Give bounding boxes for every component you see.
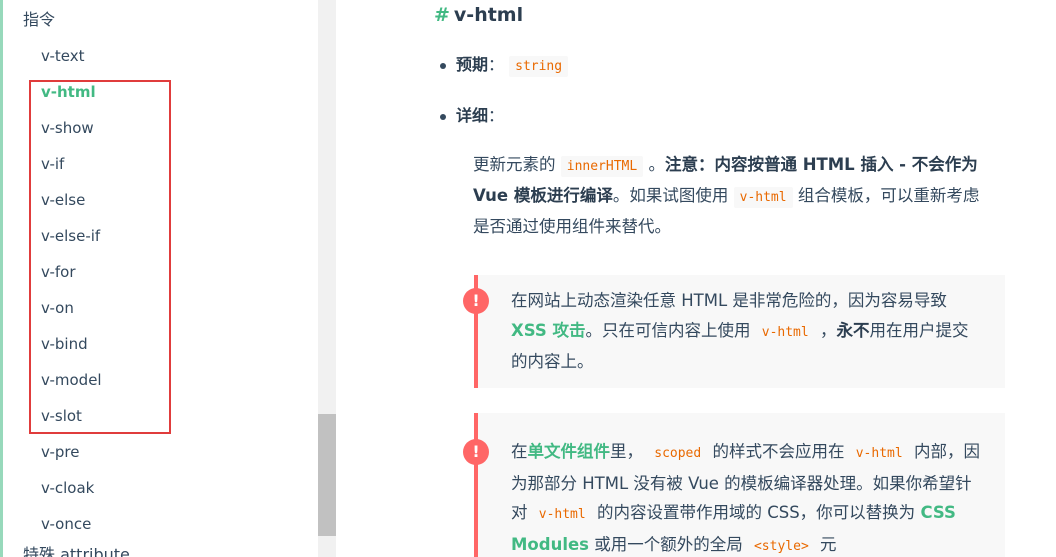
bullet-dot (440, 114, 446, 120)
sidebar-item-v-bind[interactable]: v-bind (41, 332, 102, 368)
list-item-detail: 详细： (440, 103, 505, 129)
callout-emphasis: 永不 (836, 320, 870, 340)
heading-text: v-html (453, 4, 524, 26)
inline-code: v-html (849, 443, 909, 464)
sidebar-item-v-if[interactable]: v-if (41, 152, 102, 188)
para-text: 。如果试图使用 (612, 186, 729, 205)
sidebar-item-v-else[interactable]: v-else (41, 188, 102, 224)
sidebar-item-v-html[interactable]: v-html (41, 80, 102, 116)
main-content: # v-html 预期： string 详细： 更新元素的 innerHTML 。… (336, 0, 1056, 557)
callout-text: 在网站上动态渲染任意 HTML 是非常危险的，因为容易导致 XSS 攻击。只在可信… (511, 286, 981, 377)
callout-text-part: 在 (511, 442, 528, 461)
callout-text-part: ， (819, 320, 837, 340)
para-text: 更新元素的 (473, 155, 556, 174)
heading-anchor-link[interactable]: # (434, 4, 450, 26)
expect-colon: ： (488, 55, 505, 74)
sidebar-scrollbar-thumb[interactable] (318, 414, 336, 536)
inline-code: v-html (733, 187, 793, 208)
section-heading: # v-html (434, 2, 523, 28)
sidebar-group-title: 指令 (23, 10, 56, 29)
sidebar-item-v-once[interactable]: v-once (41, 512, 102, 548)
para-text: 。 (648, 155, 665, 174)
bullet-dot (440, 63, 446, 69)
sidebar-item-v-text[interactable]: v-text (41, 44, 102, 80)
callout-text-part: 在网站上动态渲染任意 HTML 是非常危险的，因为容易导致 (511, 291, 947, 310)
warning-callout-scoped: ! 在单文件组件里， scoped 的样式不会应用在 v-html 内部，因为那… (463, 413, 1005, 557)
callout-text-part: 里， (610, 442, 643, 461)
inline-code: v-html (755, 321, 815, 343)
sidebar-accent-edge (0, 0, 3, 557)
inline-code: innerHTML (560, 156, 644, 177)
callout-text-part: 或用一个额外的全局 (594, 534, 743, 554)
expect-value-code: string (509, 56, 569, 77)
sidebar-item-v-slot[interactable]: v-slot (41, 404, 102, 440)
warning-icon: ! (463, 288, 489, 314)
callout-text-part: 的内容设置带作用域的 CSS，你可以替换为 (596, 503, 916, 522)
callout-text-part: 元 (820, 534, 837, 554)
expect-label: 预期 (456, 55, 489, 74)
single-file-components-link[interactable]: 单文件组件 (528, 442, 611, 461)
detail-label: 详细 (456, 106, 489, 125)
sidebar-item-v-on[interactable]: v-on (41, 296, 102, 332)
sidebar-next-group-title: 特殊 attribute (23, 545, 130, 557)
xss-attack-link[interactable]: XSS 攻击 (511, 321, 586, 340)
callout-text-part: 。只在可信内容上使用 (585, 320, 751, 340)
warning-callout-xss: ! 在网站上动态渲染任意 HTML 是非常危险的，因为容易导致 XSS 攻击。只在… (463, 275, 1005, 388)
sidebar-item-v-show[interactable]: v-show (41, 116, 102, 152)
inline-code: <style> (747, 535, 815, 557)
sidebar-item-v-pre[interactable]: v-pre (41, 440, 102, 476)
inline-code: v-html (532, 504, 592, 525)
sidebar-nav-list: v-text v-html v-show v-if v-else v-else-… (41, 44, 102, 548)
callout-text-part: 的样式不会应用在 (712, 442, 845, 461)
inline-code: scoped (648, 443, 708, 464)
callout-text: 在单文件组件里， scoped 的样式不会应用在 v-html 内部，因为那部分… (511, 437, 981, 557)
sidebar-item-v-cloak[interactable]: v-cloak (41, 476, 102, 512)
detail-paragraph: 更新元素的 innerHTML 。注意：内容按普通 HTML 插入 - 不会作为… (473, 150, 993, 241)
sidebar-item-v-else-if[interactable]: v-else-if (41, 224, 102, 260)
sidebar-item-v-for[interactable]: v-for (41, 260, 102, 296)
sidebar-item-v-model[interactable]: v-model (41, 368, 102, 404)
sidebar: 指令 v-text v-html v-show v-if v-else v-el… (0, 0, 318, 557)
list-item-expect: 预期： string (440, 52, 569, 80)
detail-colon: ： (488, 106, 505, 125)
warning-icon: ! (463, 439, 489, 465)
